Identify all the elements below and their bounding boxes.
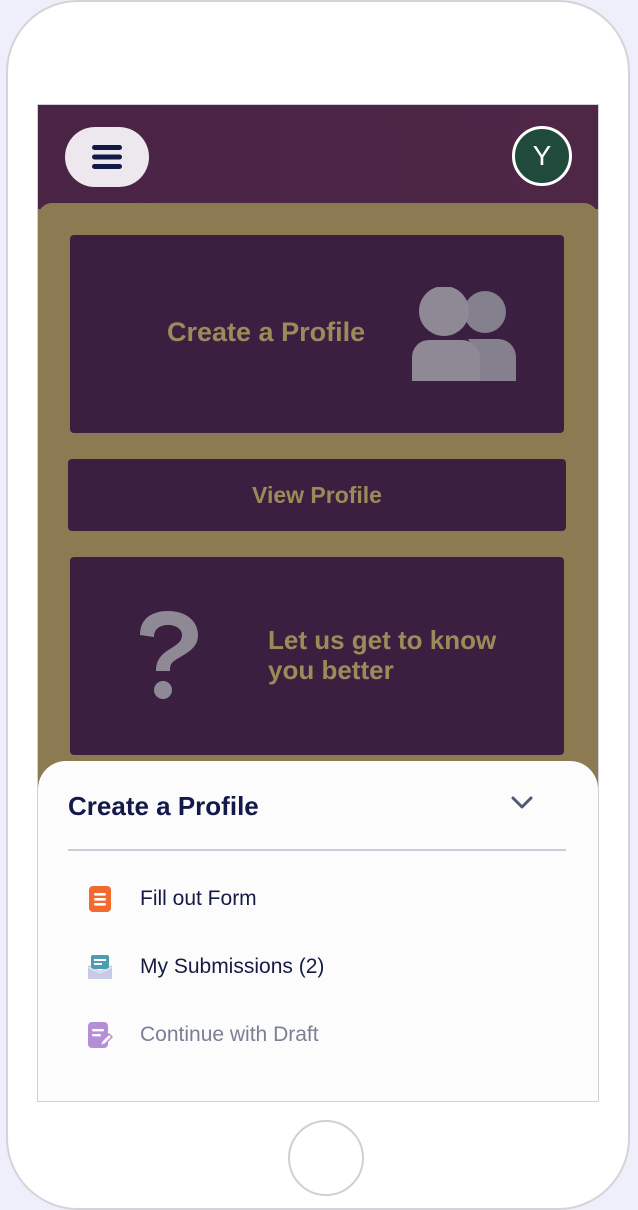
fill-out-form-item[interactable]: Fill out Form xyxy=(86,879,257,919)
hamburger-icon xyxy=(92,145,122,169)
my-submissions-label: My Submissions (2) xyxy=(140,955,325,978)
home-button[interactable] xyxy=(288,1120,364,1196)
create-profile-card-title: Create a Profile xyxy=(167,317,366,347)
chevron-down-icon[interactable] xyxy=(510,795,534,811)
continue-draft-item[interactable]: Continue with Draft xyxy=(86,1015,319,1055)
divider xyxy=(68,849,566,851)
question-icon xyxy=(140,611,198,699)
get-to-know-title: Let us get to know you better xyxy=(268,625,497,685)
top-bar: Y xyxy=(38,105,598,209)
users-icon xyxy=(412,287,516,381)
get-to-know-card[interactable]: Let us get to know you better xyxy=(70,557,564,755)
continue-draft-label: Continue with Draft xyxy=(140,1023,319,1046)
submissions-icon xyxy=(86,952,114,982)
view-profile-label: View Profile xyxy=(252,481,382,508)
bottom-sheet: Create a Profile Fill out Form My Submis… xyxy=(38,761,598,1101)
my-submissions-item[interactable]: My Submissions (2) xyxy=(86,947,324,987)
app-screen: Y Create a Profile View Profile Let us g… xyxy=(37,104,599,1102)
form-icon xyxy=(86,884,114,914)
create-profile-card[interactable]: Create a Profile xyxy=(70,235,564,433)
view-profile-button[interactable]: View Profile xyxy=(68,459,566,531)
sheet-title: Create a Profile xyxy=(68,791,259,821)
fill-out-form-label: Fill out Form xyxy=(140,887,257,910)
avatar[interactable]: Y xyxy=(512,126,572,186)
menu-button[interactable] xyxy=(65,127,149,187)
draft-icon xyxy=(86,1020,114,1050)
